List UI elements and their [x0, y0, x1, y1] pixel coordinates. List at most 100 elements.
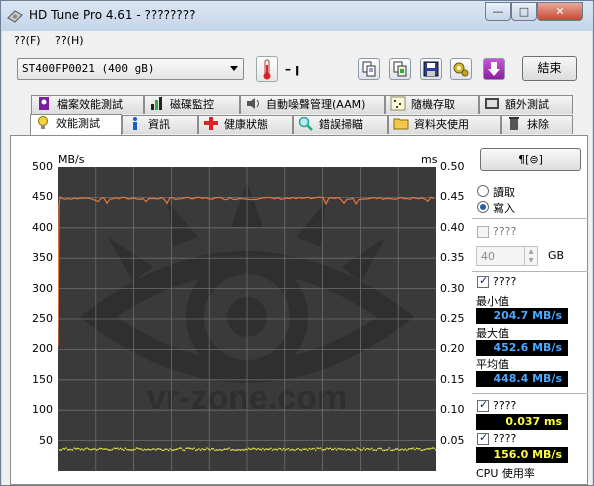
- access-time-point: [230, 449, 232, 451]
- minimize-button[interactable]: —: [485, 2, 511, 21]
- access-time-point: [297, 447, 299, 450]
- access-time-point: [404, 448, 406, 450]
- access-time-point: [223, 448, 226, 450]
- access-time-point: [196, 448, 198, 451]
- tab-erase[interactable]: 抹除: [501, 115, 573, 134]
- access-time-point: [431, 447, 434, 449]
- short-stroke-label: ????: [493, 225, 517, 238]
- copy-info-button[interactable]: [389, 58, 411, 80]
- tab-health[interactable]: 健康狀態: [198, 115, 293, 134]
- access-time-point: [387, 449, 389, 451]
- access-time-point: [241, 448, 243, 451]
- access-time-checkbox[interactable]: [477, 398, 489, 412]
- write-radio[interactable]: [477, 201, 489, 213]
- hd-tune-app-icon: [7, 10, 23, 23]
- access-time-point: [215, 449, 218, 451]
- access-time-point: [139, 448, 141, 450]
- app-window: HD Tune Pro 4.61 - ???????? — □ ✕ ??(F) …: [0, 0, 594, 486]
- access-time-point: [86, 447, 88, 449]
- access-time-point: [366, 447, 368, 450]
- copy-button[interactable]: [358, 58, 380, 80]
- access-time-point: [78, 447, 80, 450]
- options-button[interactable]: [450, 58, 472, 80]
- maximize-button[interactable]: □: [511, 2, 537, 21]
- right-tick-label: 0.25: [440, 312, 465, 325]
- access-time-point: [231, 448, 234, 451]
- tab-disk-monitor[interactable]: 磁碟監控: [144, 95, 240, 114]
- access-time-point: [355, 449, 357, 452]
- access-time-point: [324, 448, 326, 451]
- access-time-point: [76, 447, 78, 450]
- access-time-point: [414, 448, 416, 451]
- download-button[interactable]: [483, 58, 505, 80]
- transfer-rate-checkbox[interactable]: [477, 274, 489, 288]
- access-time-point: [89, 448, 91, 451]
- close-button[interactable]: ✕: [537, 2, 583, 21]
- access-time-point: [81, 448, 83, 450]
- short-stroke-checkbox[interactable]: [477, 226, 489, 238]
- access-time-point: [177, 448, 179, 450]
- access-time-point: [131, 449, 133, 451]
- left-tick-label: 150: [32, 372, 53, 386]
- access-time-point: [75, 448, 77, 450]
- tab-file-benchmark[interactable]: 檔案效能測試: [31, 95, 144, 114]
- access-time-point: [92, 448, 94, 450]
- access-time-point: [140, 448, 142, 450]
- access-time-point: [155, 449, 157, 451]
- burst-rate-checkbox[interactable]: [477, 431, 489, 445]
- access-time-point: [327, 448, 330, 450]
- title-bar[interactable]: HD Tune Pro 4.61 - ???????? — □ ✕: [1, 1, 593, 31]
- read-radio[interactable]: [477, 185, 489, 197]
- menu-file[interactable]: ??(F): [14, 34, 41, 47]
- access-time-point: [262, 447, 264, 450]
- access-time-point: [156, 448, 158, 450]
- access-time-point: [422, 449, 424, 451]
- tab-extra-tests[interactable]: 額外測試: [479, 95, 573, 114]
- access-time-point: [142, 449, 144, 451]
- right-tick-label: 0.30: [440, 281, 465, 295]
- menu-help[interactable]: ??(H): [55, 34, 84, 47]
- tab-error-scan[interactable]: 錯誤掃瞄: [293, 115, 388, 134]
- access-time-point: [145, 449, 147, 451]
- access-time-point: [265, 448, 267, 450]
- access-time-point: [371, 447, 373, 450]
- access-time-point: [95, 449, 98, 451]
- tab-benchmark[interactable]: 效能測試: [30, 114, 122, 135]
- tab-info[interactable]: 資訊: [122, 115, 198, 134]
- temperature-readout: – ꞁ: [285, 62, 300, 76]
- right-tick-label: 0.15: [440, 372, 465, 386]
- access-time-point: [191, 448, 194, 450]
- drive-select[interactable]: ST400FP0021 (400 gB): [17, 58, 244, 80]
- error-scan-icon: [298, 116, 313, 131]
- tab-random-access-label: 隨機存取: [411, 98, 455, 111]
- separator: [472, 271, 588, 272]
- exit-button[interactable]: 結束: [522, 56, 577, 81]
- spin-up-icon[interactable]: ▲: [524, 247, 537, 256]
- min-label: 最小值: [476, 295, 509, 308]
- tab-folder-usage[interactable]: 資料夾使用: [388, 115, 501, 134]
- access-time-point: [417, 448, 419, 450]
- access-time-point: [329, 447, 331, 450]
- access-time-series: [59, 447, 437, 452]
- start-button[interactable]: ¶[⊜]: [480, 148, 581, 171]
- short-stroke-gb-input[interactable]: 40 ▲ ▼: [476, 246, 538, 266]
- right-tick-label: 0.50: [440, 160, 465, 173]
- access-time-point: [260, 449, 262, 451]
- spin-down-icon[interactable]: ▼: [524, 256, 537, 265]
- access-time-point: [281, 449, 283, 451]
- access-time-point: [401, 448, 403, 450]
- access-time-point: [201, 448, 203, 450]
- access-time-point: [423, 448, 426, 451]
- tab-aam[interactable]: 自動噪聲管理(AAM): [240, 95, 385, 114]
- access-time-point: [175, 448, 178, 451]
- right-tick-label: 0.05: [440, 433, 465, 447]
- tab-disk-monitor-label: 磁碟監控: [170, 98, 214, 111]
- tab-random-access[interactable]: 隨機存取: [385, 95, 479, 114]
- save-button[interactable]: [420, 58, 442, 80]
- access-time-point: [206, 447, 208, 449]
- left-tick-label: 300: [32, 281, 53, 295]
- access-time-point: [180, 447, 182, 449]
- access-time-point: [163, 449, 165, 452]
- access-time-point: [351, 448, 354, 450]
- access-time-point: [433, 447, 435, 449]
